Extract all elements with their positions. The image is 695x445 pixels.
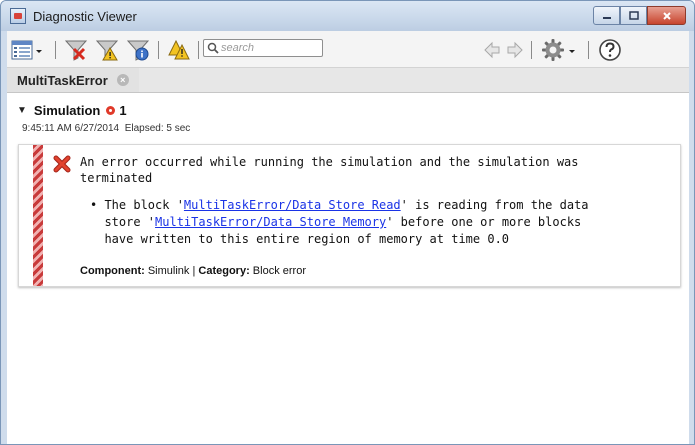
toolbar-separator bbox=[531, 41, 532, 59]
toolbar-separator bbox=[198, 41, 199, 59]
minimize-button[interactable] bbox=[593, 6, 620, 25]
error-message-line1: An error occurred while running the simu… bbox=[80, 155, 579, 169]
window-controls bbox=[593, 6, 686, 25]
bullet-text: store ' bbox=[104, 215, 156, 229]
toolbar bbox=[7, 31, 689, 68]
component-category-line: Component: Simulink | Category: Block er… bbox=[80, 265, 306, 277]
component-value: Simulink bbox=[147, 265, 190, 277]
search-box[interactable] bbox=[203, 39, 323, 57]
data-store-read-link[interactable]: MultiTaskError/Data Store Read bbox=[184, 198, 401, 212]
tab-bar: MultiTaskError × bbox=[7, 68, 689, 93]
list-view-icon[interactable] bbox=[11, 39, 33, 61]
timestamp-line: 9:45:11 AM 6/27/2014 Elapsed: 5 sec bbox=[22, 123, 190, 134]
window-title: Diagnostic Viewer bbox=[33, 9, 137, 24]
back-arrow-icon[interactable] bbox=[483, 39, 501, 61]
timestamp: 9:45:11 AM 6/27/2014 bbox=[22, 123, 120, 134]
error-count: 1 bbox=[119, 103, 127, 118]
forward-arrow-icon[interactable] bbox=[506, 39, 524, 61]
error-message: An error occurred while running the simu… bbox=[80, 154, 675, 186]
dropdown-arrow-icon[interactable] bbox=[34, 39, 44, 61]
tab-close-icon[interactable]: × bbox=[116, 74, 129, 86]
title-bar: Diagnostic Viewer bbox=[1, 1, 694, 31]
separator: | bbox=[192, 265, 196, 277]
diagnostics-panel: ▼ Simulation 1 9:45:11 AM 6/27/2014 Elap… bbox=[7, 93, 689, 444]
component-label: Component: bbox=[80, 265, 145, 277]
simulation-label: Simulation bbox=[33, 103, 101, 118]
app-icon bbox=[10, 8, 26, 24]
gear-icon[interactable] bbox=[541, 38, 565, 62]
filter-warning-icon[interactable] bbox=[96, 39, 118, 61]
maximize-button[interactable] bbox=[620, 6, 647, 25]
warnings-icon[interactable] bbox=[168, 39, 190, 61]
error-stripe bbox=[33, 145, 43, 286]
tab-multitaskerror[interactable]: MultiTaskError × bbox=[7, 68, 139, 92]
bullet-text: ' before one or more blocks bbox=[386, 215, 582, 229]
error-count-icon bbox=[106, 106, 116, 115]
close-icon bbox=[662, 11, 671, 20]
error-x-icon bbox=[53, 155, 71, 173]
filter-error-icon[interactable] bbox=[65, 39, 87, 61]
bullet-text: have written to this entire region of me… bbox=[104, 232, 510, 246]
collapse-arrow-icon[interactable]: ▼ bbox=[17, 105, 27, 116]
elapsed-time: Elapsed: 5 sec bbox=[124, 123, 191, 134]
minimize-icon bbox=[602, 16, 611, 19]
error-message-line2: terminated bbox=[80, 171, 153, 185]
maximize-icon bbox=[628, 11, 639, 20]
bullet-text: ' is reading from the data bbox=[400, 198, 589, 212]
help-icon[interactable] bbox=[598, 38, 622, 62]
toolbar-separator bbox=[158, 41, 159, 59]
diagnostic-viewer-window: Diagnostic Viewer search MultiTaskError … bbox=[0, 0, 695, 445]
data-store-memory-link[interactable]: MultiTaskError/Data Store Memory bbox=[155, 215, 386, 229]
dropdown-arrow-icon[interactable] bbox=[567, 39, 577, 61]
simulation-group-header[interactable]: ▼ Simulation 1 bbox=[17, 103, 127, 118]
category-value: Block error bbox=[252, 265, 306, 277]
toolbar-separator bbox=[588, 41, 589, 59]
bullet-text: • The block ' bbox=[90, 198, 184, 212]
close-button[interactable] bbox=[647, 6, 686, 25]
error-detail-bullet: • The block 'MultiTaskError/Data Store R… bbox=[90, 197, 675, 248]
category-label: Category: bbox=[198, 265, 250, 277]
error-message-card: An error occurred while running the simu… bbox=[18, 144, 681, 287]
toolbar-separator bbox=[55, 41, 56, 59]
search-input[interactable] bbox=[221, 41, 319, 55]
tab-label: MultiTaskError bbox=[17, 72, 108, 88]
filter-info-icon[interactable] bbox=[127, 39, 149, 61]
search-icon bbox=[207, 42, 219, 54]
